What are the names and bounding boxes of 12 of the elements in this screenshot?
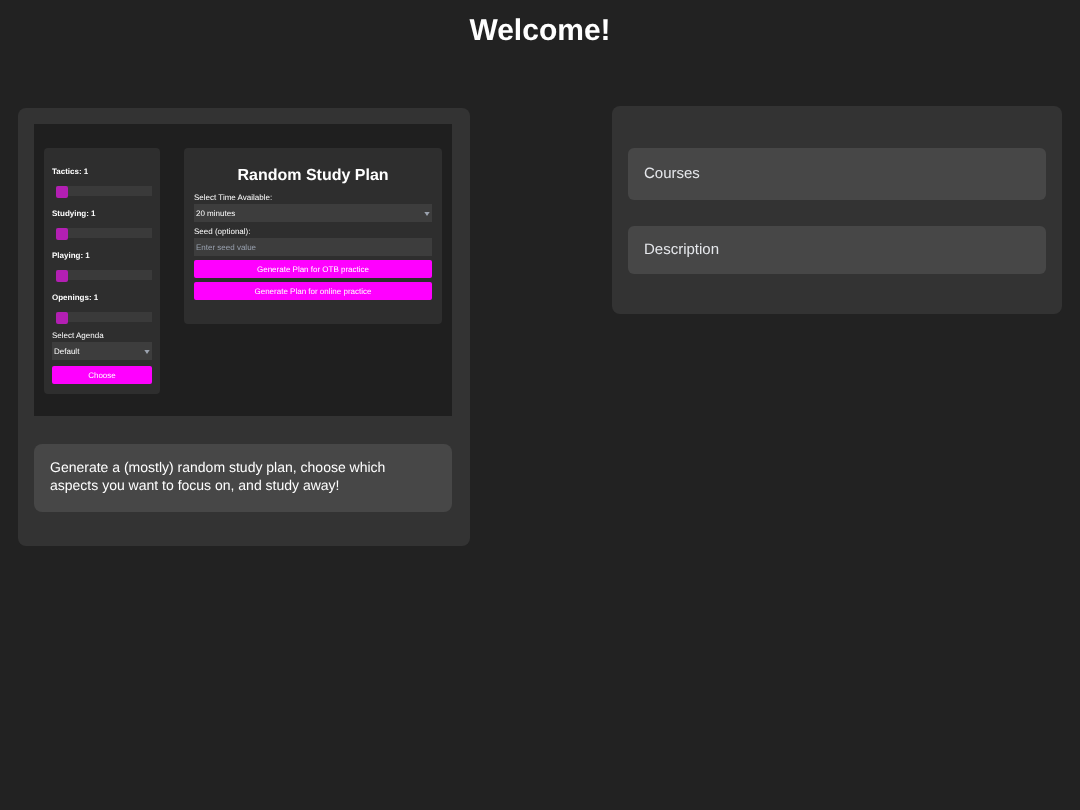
caret-icon: [144, 349, 150, 353]
slider-thumb[interactable]: [56, 186, 68, 198]
slider-thumb[interactable]: [56, 270, 68, 282]
slider[interactable]: [56, 270, 152, 280]
slider[interactable]: [56, 186, 152, 196]
slider[interactable]: [56, 312, 152, 322]
slider-thumb[interactable]: [56, 312, 68, 324]
slider[interactable]: [56, 228, 152, 238]
caret-icon: [424, 211, 430, 215]
slider-thumb[interactable]: [56, 228, 68, 240]
plan-title: Random Study Plan: [237, 166, 389, 184]
page-heading: Welcome!: [469, 14, 611, 52]
